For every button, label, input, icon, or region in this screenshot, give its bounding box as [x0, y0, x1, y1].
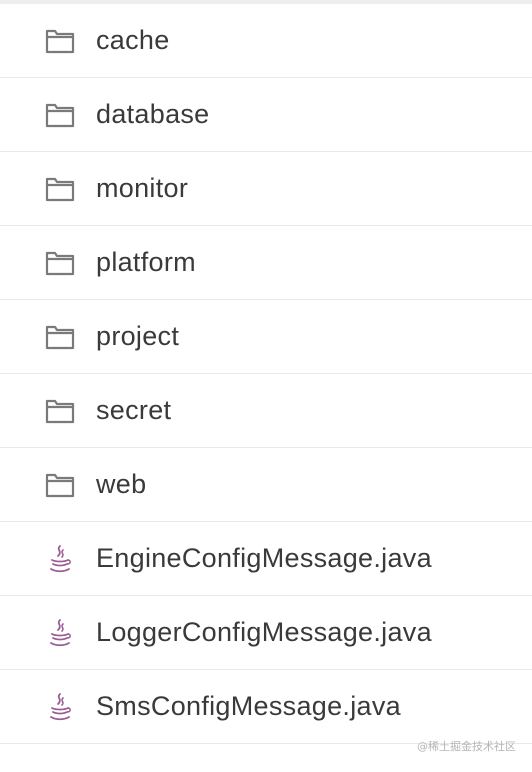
folder-icon: [45, 26, 75, 56]
file-row[interactable]: monitor: [0, 152, 532, 226]
watermark: @稀土掘金技术社区: [417, 740, 516, 753]
file-name: web: [96, 469, 147, 499]
folder-icon: [45, 174, 75, 204]
java-file-icon: [45, 692, 75, 722]
folder-icon: [45, 248, 75, 278]
file-row[interactable]: platform: [0, 226, 532, 300]
file-row[interactable]: EngineConfigMessage.java: [0, 522, 532, 596]
file-row[interactable]: secret: [0, 374, 532, 448]
file-name: LoggerConfigMessage.java: [96, 617, 432, 647]
file-row[interactable]: project: [0, 300, 532, 374]
file-name: cache: [96, 25, 170, 55]
java-file-icon: [45, 618, 75, 648]
file-name: platform: [96, 247, 196, 277]
file-name: EngineConfigMessage.java: [96, 543, 432, 573]
folder-icon: [45, 396, 75, 426]
file-row[interactable]: LoggerConfigMessage.java: [0, 596, 532, 670]
folder-icon: [45, 322, 75, 352]
folder-icon: [45, 470, 75, 500]
file-name: secret: [96, 395, 172, 425]
file-name: project: [96, 321, 180, 351]
file-list: cache database monitor platform project …: [0, 4, 532, 744]
file-row[interactable]: database: [0, 78, 532, 152]
folder-icon: [45, 100, 75, 130]
file-row[interactable]: web: [0, 448, 532, 522]
java-file-icon: [45, 544, 75, 574]
file-name: SmsConfigMessage.java: [96, 691, 401, 721]
file-name: monitor: [96, 173, 189, 203]
file-row[interactable]: SmsConfigMessage.java: [0, 670, 532, 744]
file-name: database: [96, 99, 210, 129]
file-row[interactable]: cache: [0, 4, 532, 78]
